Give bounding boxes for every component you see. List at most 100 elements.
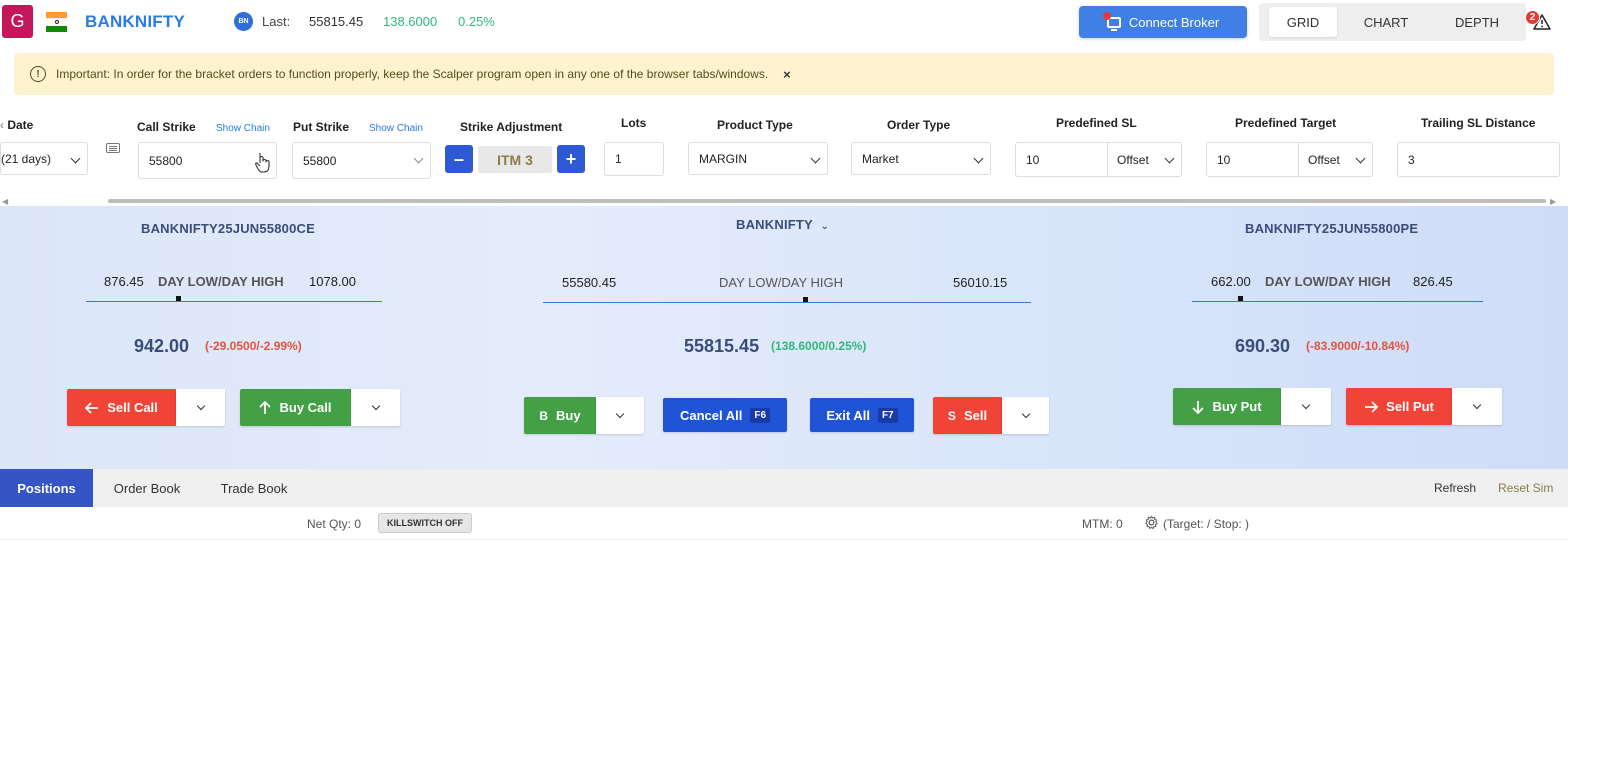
strike-adjust-minus-button[interactable]: – xyxy=(445,145,473,173)
keyboard-icon[interactable] xyxy=(106,143,120,153)
important-alert: ! Important: In order for the bracket or… xyxy=(14,53,1554,95)
expiry-date-select[interactable]: (21 days) xyxy=(0,142,88,175)
exit-all-button[interactable]: Exit All F7 xyxy=(810,398,914,432)
predefined-sl-mode-select[interactable]: Offset xyxy=(1117,153,1149,167)
view-tab-chart[interactable]: CHART xyxy=(1351,7,1421,37)
tab-trade-book[interactable]: Trade Book xyxy=(211,469,297,507)
call-change: (-29.0500/-2.99%) xyxy=(205,339,302,353)
buy-call-button[interactable]: Buy Call xyxy=(240,389,351,426)
call-contract-name: BANKNIFTY25JUN55800CE xyxy=(141,221,315,236)
predefined-sl-input[interactable]: 10 xyxy=(1026,153,1039,167)
predefined-target-input[interactable]: 10 xyxy=(1217,153,1230,167)
buy-put-button[interactable]: Buy Put xyxy=(1173,388,1281,425)
view-tab-grid[interactable]: GRID xyxy=(1269,7,1337,37)
call-day-low: 876.45 xyxy=(104,274,144,289)
index-range-marker xyxy=(803,297,808,302)
index-range-bar xyxy=(543,302,1031,303)
gear-icon[interactable] xyxy=(1144,515,1159,530)
call-day-high: 1078.00 xyxy=(309,274,356,289)
call-strike-label: Call Strike xyxy=(137,120,196,134)
connect-broker-label: Connect Broker xyxy=(1128,14,1220,30)
index-change: (138.6000/0.25%) xyxy=(771,339,867,353)
tab-order-book[interactable]: Order Book xyxy=(103,469,191,507)
instrument-symbol[interactable]: BANKNIFTY xyxy=(85,12,185,32)
put-range-marker xyxy=(1238,296,1243,301)
index-ltp: 55815.45 xyxy=(684,336,760,356)
mtm-value: MTM: 0 xyxy=(1082,517,1123,531)
notifications[interactable]: 2 xyxy=(1523,8,1553,36)
expiry-date-label: ‹ Date xyxy=(0,118,34,132)
lots-label: Lots xyxy=(621,116,647,130)
target-stop-text: (Target: / Stop: ) xyxy=(1163,517,1250,531)
index-selector[interactable]: BANKNIFTY ⌄ xyxy=(736,217,829,232)
reset-sim-button[interactable]: Reset Sim xyxy=(1498,481,1553,495)
tab-positions[interactable]: Positions xyxy=(0,469,93,507)
trailing-sl-input[interactable]: 3 xyxy=(1397,142,1560,177)
last-price-percent: 0.25% xyxy=(458,14,495,29)
predefined-target-group: 10 Offset xyxy=(1206,142,1373,177)
india-flag-icon xyxy=(46,12,67,32)
put-contract-name: BANKNIFTY25JUN55800PE xyxy=(1245,221,1419,236)
monitor-icon xyxy=(1102,11,1121,31)
positions-status-row: Net Qty: 0 KILLSWITCH OFF MTM: 0 (Target… xyxy=(0,507,1568,540)
strike-adjust-plus-button[interactable]: + xyxy=(557,145,585,173)
lots-input[interactable]: 1 xyxy=(604,142,664,176)
predefined-sl-group: 10 Offset xyxy=(1015,142,1182,177)
index-sell-dropdown[interactable] xyxy=(1002,397,1049,434)
call-range-marker xyxy=(176,296,181,301)
strike-adjustment-label: Strike Adjustment xyxy=(460,120,563,134)
index-sell-button[interactable]: S Sell xyxy=(933,397,1002,434)
sell-put-button[interactable]: Sell Put xyxy=(1346,388,1452,425)
alert-text: Important: In order for the bracket orde… xyxy=(56,67,769,81)
put-range-bar xyxy=(1192,301,1483,302)
last-price-value: 55815.45 xyxy=(309,14,364,29)
sell-call-dropdown[interactable] xyxy=(176,389,225,426)
product-type-select[interactable]: MARGIN xyxy=(688,142,828,175)
view-tab-depth[interactable]: DEPTH xyxy=(1441,7,1513,37)
put-strike-select[interactable]: 55800 xyxy=(292,142,431,179)
call-range-bar xyxy=(86,301,382,302)
notification-count-badge: 2 xyxy=(1525,10,1540,25)
index-day-low: 55580.45 xyxy=(562,275,617,290)
sell-put-dropdown[interactable] xyxy=(1452,388,1502,425)
alert-info-icon: ! xyxy=(30,66,46,82)
top-header: G BANKNIFTY BN Last: 55815.45 138.6000 0… xyxy=(0,0,1598,44)
call-ltp: 942.00 xyxy=(134,336,190,356)
call-show-chain-link[interactable]: Show Chain xyxy=(216,123,270,134)
refresh-button[interactable]: Refresh xyxy=(1434,481,1476,495)
strike-adjust-value: ITM 3 xyxy=(478,146,552,173)
bottom-tabs: Positions Order Book Trade Book Refresh … xyxy=(0,469,1568,507)
index-buy-dropdown[interactable] xyxy=(596,397,644,434)
buy-call-dropdown[interactable] xyxy=(351,389,400,426)
arrow-down-icon xyxy=(1192,400,1205,414)
put-change: (-83.9000/-10.84%) xyxy=(1306,339,1410,353)
arrow-left-icon xyxy=(85,401,99,414)
scrollbar-thumb[interactable] xyxy=(108,199,1546,203)
killswitch-toggle[interactable]: KILLSWITCH OFF xyxy=(378,513,472,533)
connect-broker-button[interactable]: Connect Broker xyxy=(1079,6,1247,38)
put-ltp: 690.30 xyxy=(1235,336,1291,356)
arrow-up-icon xyxy=(259,400,272,414)
index-buy-button[interactable]: B Buy xyxy=(524,397,596,434)
put-range-label: DAY LOW/DAY HIGH xyxy=(1265,274,1391,289)
user-avatar[interactable]: G xyxy=(2,5,33,38)
put-show-chain-link[interactable]: Show Chain xyxy=(369,123,423,134)
trade-panel: BANKNIFTY25JUN55800CE 876.45 DAY LOW/DAY… xyxy=(0,206,1568,470)
last-price-change: 138.6000 xyxy=(383,14,438,29)
buy-put-dropdown[interactable] xyxy=(1281,388,1331,425)
sell-call-button[interactable]: Sell Call xyxy=(67,389,176,426)
predefined-target-mode-select[interactable]: Offset xyxy=(1308,153,1340,167)
scroll-left-icon[interactable]: ◀ xyxy=(2,197,8,206)
alert-close-icon[interactable]: × xyxy=(783,67,791,82)
order-type-select[interactable]: Market xyxy=(851,142,991,175)
horizontal-scrollbar[interactable]: ◀ ▶ xyxy=(0,197,1558,206)
last-price-label: Last: xyxy=(262,14,291,29)
cancel-all-button[interactable]: Cancel All F6 xyxy=(663,398,787,432)
put-strike-label: Put Strike xyxy=(293,120,350,134)
index-range-label: DAY LOW/DAY HIGH xyxy=(719,275,844,290)
scroll-right-icon[interactable]: ▶ xyxy=(1550,197,1556,206)
index-day-high: 56010.15 xyxy=(953,275,1008,290)
product-type-label: Product Type xyxy=(717,118,793,132)
trailing-sl-label: Trailing SL Distance xyxy=(1421,116,1536,130)
view-toggle: GRID CHART DEPTH xyxy=(1259,3,1526,41)
